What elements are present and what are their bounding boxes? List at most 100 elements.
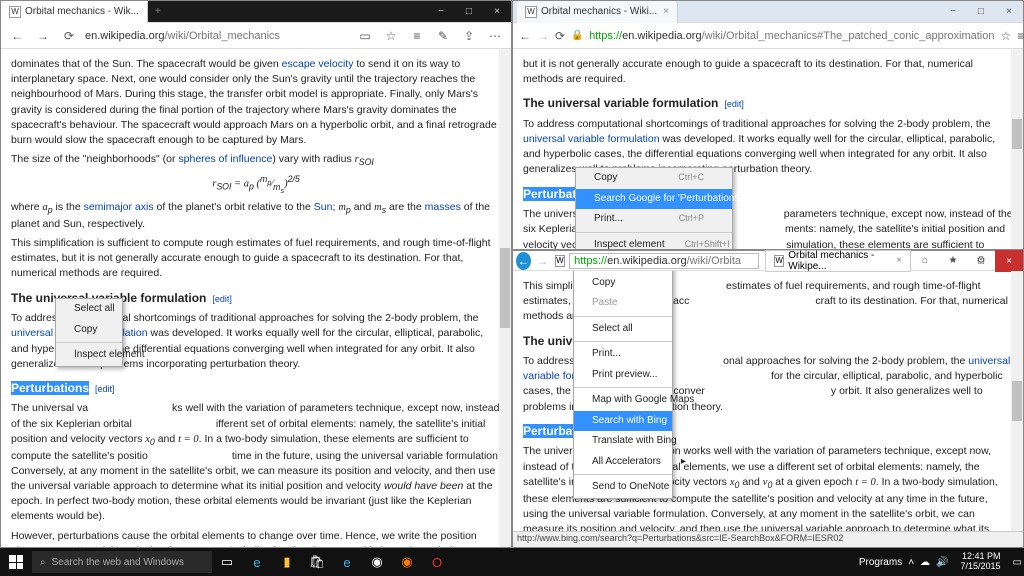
edge-scrollbar[interactable] — [499, 49, 511, 547]
tab-close-icon[interactable]: × — [896, 255, 902, 266]
ie-tab[interactable]: W Orbital mechanics - Wikipe... × — [765, 250, 911, 272]
minimize-button[interactable]: − — [427, 1, 455, 23]
ie-tab-title: Orbital mechanics - Wikipe... — [788, 250, 892, 272]
heading-perturbations: Perturbations [edit] — [11, 380, 501, 397]
link-spheres[interactable]: spheres of influence — [178, 153, 272, 165]
ctx-translate-bing[interactable]: Translate with Bing — [574, 431, 672, 452]
ie-scrollbar[interactable] — [1011, 271, 1023, 547]
chrome-url[interactable]: https://en.wikipedia.org/wiki/Orbital_me… — [589, 30, 994, 42]
bookmark-icon[interactable]: ☆ — [1000, 26, 1011, 46]
favorite-icon[interactable]: ☆ — [381, 26, 401, 46]
back-button[interactable]: ← — [519, 26, 531, 46]
ctx-select-all[interactable]: Select all — [574, 319, 672, 340]
edit-link[interactable]: edit — [215, 294, 230, 304]
ctx-copy[interactable]: Copy — [574, 273, 672, 294]
edit-link[interactable]: edit — [727, 99, 742, 109]
back-button[interactable]: ← — [7, 26, 27, 46]
ctx-select-all[interactable]: Select all — [56, 299, 122, 320]
ie-titlebar: ← → W https://en.wikipedia.org/wiki/Orbi… — [513, 251, 1023, 271]
edge-content: dominates that of the Sun. The spacecraf… — [1, 49, 511, 547]
ctx-map-google[interactable]: Map with Google Maps — [574, 390, 672, 411]
maximize-button[interactable]: □ — [967, 1, 995, 23]
chrome-addressbar: ← → ⟳ 🔒 https://en.wikipedia.org/wiki/Or… — [513, 23, 1023, 49]
link-escape-velocity[interactable]: escape velocity — [282, 58, 354, 70]
maximize-button[interactable]: □ — [455, 1, 483, 23]
taskbar-search[interactable]: ⌕Search the web and Windows — [32, 551, 212, 573]
ctx-inspect[interactable]: Inspect element — [56, 345, 122, 366]
reading-view-icon[interactable]: ▭ — [355, 26, 375, 46]
chrome-content: but it is not generally accurate enough … — [513, 49, 1023, 249]
chrome-titlebar: W Orbital mechanics - Wiki... × − □ × — [513, 1, 1023, 23]
hub-icon[interactable]: ≡ — [407, 26, 427, 46]
ctx-search-bing[interactable]: Search with Bing — [574, 411, 672, 432]
opera-taskbar-icon[interactable]: O — [422, 548, 452, 576]
chrome-context-menu: CopyCtrl+C Search Google for 'Perturbati… — [575, 167, 733, 249]
more-icon[interactable]: ⋯ — [485, 26, 505, 46]
ctx-print-preview[interactable]: Print preview... — [574, 365, 672, 386]
forward-button[interactable]: → — [33, 26, 53, 46]
edit-link[interactable]: edit — [98, 384, 113, 394]
back-button[interactable]: ← — [516, 252, 531, 270]
maximize-button[interactable]: □ — [967, 250, 995, 272]
wikipedia-favicon: W — [525, 6, 537, 18]
ctx-send-onenote[interactable]: Send to OneNote — [574, 477, 672, 498]
store-taskbar-icon[interactable]: 🛍 — [302, 548, 332, 576]
close-button[interactable]: × — [483, 1, 511, 23]
chrome-window: W Orbital mechanics - Wiki... × − □ × ← … — [512, 0, 1024, 250]
share-icon[interactable]: ⇪ — [459, 26, 479, 46]
para-pert2: However, perturbations cause the orbital… — [11, 529, 501, 547]
tray-onedrive-icon[interactable]: ☁ — [920, 557, 930, 568]
ie-context-menu: Cut Copy Paste Select all Print... Print… — [573, 271, 673, 499]
link-masses[interactable]: masses — [425, 201, 461, 213]
chrome-tab[interactable]: W Orbital mechanics - Wiki... × — [517, 1, 678, 23]
edge-taskbar-icon[interactable]: e — [242, 548, 272, 576]
ctx-paste: Paste — [574, 293, 672, 314]
ctx-separator — [576, 232, 732, 233]
edge-url[interactable]: en.wikipedia.org/wiki/Orbital_mechanics — [85, 30, 349, 42]
edge-tab[interactable]: W Orbital mechanics - Wik... — [1, 1, 148, 23]
ctx-copy[interactable]: Copy — [56, 320, 122, 341]
new-tab-button[interactable]: + — [148, 6, 168, 17]
status-url: http://www.bing.com/search?q=Perturbatio… — [517, 533, 843, 543]
ctx-print[interactable]: Print... — [574, 344, 672, 365]
explorer-taskbar-icon[interactable]: ▮ — [272, 548, 302, 576]
close-button[interactable]: × — [995, 1, 1023, 23]
link-semimajor[interactable]: semimajor axis — [84, 201, 154, 213]
minimize-button[interactable]: − — [939, 1, 967, 23]
formula-rsoi: rSOI = ap (mp⁄ms)2/5 — [11, 173, 501, 196]
menu-icon[interactable]: ≡ — [1017, 26, 1024, 46]
ie-url[interactable]: https://en.wikipedia.org/wiki/Orbita — [569, 253, 759, 269]
start-button[interactable] — [0, 548, 32, 576]
ctx-all-accelerators[interactable]: All Accelerators▸ — [574, 452, 672, 473]
tab-close-icon[interactable]: × — [663, 6, 669, 17]
tray-up-icon[interactable]: ˄ — [908, 557, 914, 568]
tray-volume-icon[interactable]: 🔊 — [936, 557, 948, 568]
ctx-copy[interactable]: CopyCtrl+C — [576, 168, 732, 189]
refresh-button[interactable]: ⟳ — [59, 26, 79, 46]
webnote-icon[interactable]: ✎ — [433, 26, 453, 46]
close-button[interactable]: × — [995, 250, 1023, 272]
ctx-search-google[interactable]: Search Google for 'Perturbations' — [576, 189, 732, 210]
para-pert1: The universal vaxxxxxxxxxxxxxxxxks well … — [11, 401, 501, 524]
ctx-print[interactable]: Print...Ctrl+P — [576, 209, 732, 230]
ctx-separator — [574, 387, 672, 388]
chrome-taskbar-icon[interactable]: ◉ — [362, 548, 392, 576]
forward-button[interactable]: → — [534, 251, 551, 271]
link-uvf[interactable]: universal variable formulation — [523, 133, 660, 145]
refresh-button[interactable]: ⟳ — [555, 26, 565, 46]
ctx-separator — [574, 474, 672, 475]
firefox-taskbar-icon[interactable]: ◉ — [392, 548, 422, 576]
forward-button[interactable]: → — [537, 26, 549, 46]
home-icon[interactable]: ⌂ — [911, 250, 939, 272]
lock-icon: 🔒 — [571, 30, 583, 41]
taskbar-clock[interactable]: 12:41 PM 7/15/2015 — [955, 552, 1007, 572]
minimize-button[interactable]: − — [939, 250, 967, 272]
ie-taskbar-icon[interactable]: e — [332, 548, 362, 576]
notifications-icon[interactable]: ▭ — [1013, 557, 1022, 568]
chrome-scrollbar[interactable] — [1011, 49, 1023, 249]
tray-programs-label: Programs — [859, 557, 902, 568]
link-sun[interactable]: Sun — [314, 201, 333, 213]
task-view-icon[interactable]: ▭ — [212, 548, 242, 576]
para-frag: but it is not generally accurate enough … — [523, 57, 1013, 87]
ctx-inspect[interactable]: Inspect elementCtrl+Shift+I — [576, 235, 732, 250]
